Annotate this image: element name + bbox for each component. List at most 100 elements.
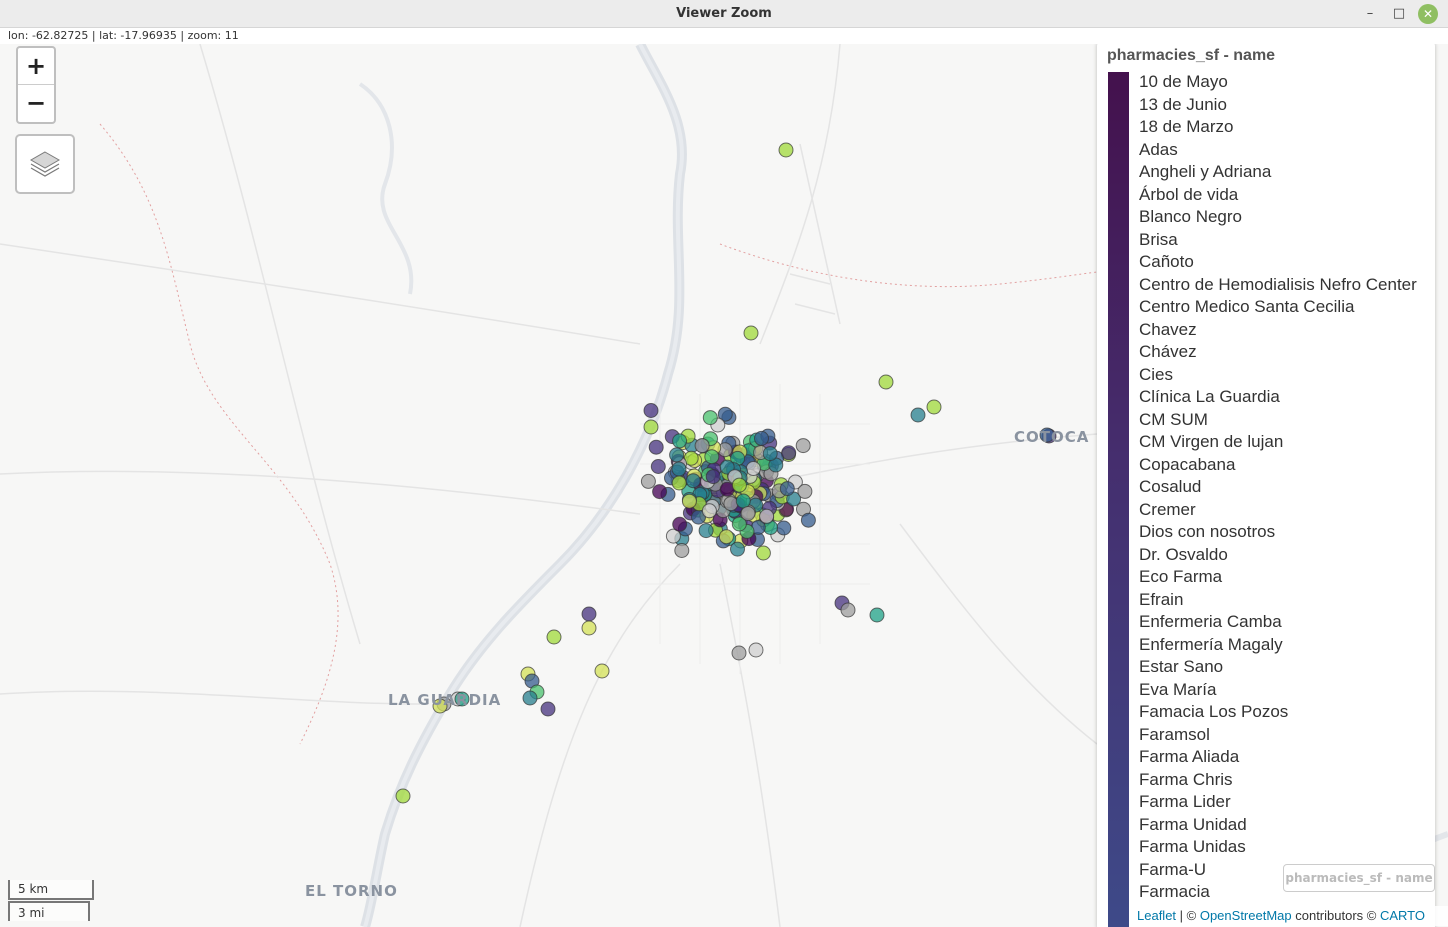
map-view[interactable]: COTOCA LA GUARDIA EL TORNO + − 5 km 3 mi… xyxy=(0,44,1448,927)
pharmacy-marker[interactable] xyxy=(698,523,714,539)
pharmacy-marker[interactable] xyxy=(840,602,856,618)
legend-item: Centro de Hemodialisis Nefro Center xyxy=(1139,274,1417,294)
layers-control[interactable] xyxy=(15,134,75,194)
pharmacy-marker[interactable] xyxy=(740,506,756,521)
attribution-sep: | © xyxy=(1176,908,1200,923)
zoom-out-button[interactable]: − xyxy=(18,85,54,122)
osm-link[interactable]: OpenStreetMap xyxy=(1200,908,1292,923)
pharmacy-marker[interactable] xyxy=(735,493,751,509)
pharmacy-marker[interactable] xyxy=(723,496,739,512)
pharmacy-marker[interactable] xyxy=(674,543,690,558)
legend-item: Centro Medico Santa Cecilia xyxy=(1139,297,1355,316)
legend-item: Cremer xyxy=(1139,499,1196,519)
legend-panel: pharmacies_sf - name 10 de Mayo 13 de Jun… xyxy=(1097,44,1435,927)
pharmacy-marker[interactable] xyxy=(781,445,797,461)
pharmacy-marker[interactable] xyxy=(878,374,894,390)
pharmacy-marker[interactable] xyxy=(800,512,816,528)
pharmacy-marker[interactable] xyxy=(694,438,710,454)
pharmacy-marker[interactable] xyxy=(730,541,745,557)
pharmacy-marker[interactable] xyxy=(652,484,668,500)
pharmacy-marker[interactable] xyxy=(731,477,747,493)
pharmacy-marker[interactable] xyxy=(643,419,659,435)
legend-item: 13 de Junio xyxy=(1139,94,1227,114)
pharmacy-marker[interactable] xyxy=(546,629,562,645)
legend-item: Estar Sano xyxy=(1139,657,1224,676)
pharmacy-marker[interactable] xyxy=(672,516,688,532)
pharmacy-marker[interactable] xyxy=(705,469,721,485)
pharmacy-marker[interactable] xyxy=(594,663,610,679)
pharmacy-marker[interactable] xyxy=(672,433,688,449)
pharmacy-marker[interactable] xyxy=(755,545,771,561)
legend-item: Blanco Negro xyxy=(1139,207,1243,226)
pharmacy-marker[interactable] xyxy=(731,645,747,661)
legend-title: pharmacies_sf - name xyxy=(1107,47,1276,64)
pharmacy-marker[interactable] xyxy=(779,481,795,497)
pharmacy-marker[interactable] xyxy=(540,701,556,717)
legend-item: Chávez xyxy=(1139,342,1197,361)
pharmacy-marker[interactable] xyxy=(797,483,813,499)
place-label-el-torno: EL TORNO xyxy=(305,882,398,900)
legend-item: Cies xyxy=(1139,364,1174,384)
pharmacy-marker[interactable] xyxy=(685,473,701,489)
pharmacy-marker[interactable] xyxy=(648,439,664,455)
pharmacy-marker[interactable] xyxy=(745,461,761,476)
carto-link[interactable]: CARTO xyxy=(1380,908,1425,923)
legend-list: 10 de Mayo 13 de Junio 18 de Marzo Adas Angh… xyxy=(1139,71,1417,904)
pharmacy-marker[interactable] xyxy=(702,410,718,426)
legend-item: Angheli y Adriana xyxy=(1139,162,1272,181)
pharmacy-marker[interactable] xyxy=(650,459,666,474)
maximize-button[interactable]: □ xyxy=(1389,4,1409,24)
pharmacy-marker[interactable] xyxy=(522,690,538,706)
legend-item: Árbol de vida xyxy=(1139,184,1239,204)
legend-color-bar xyxy=(1108,72,1129,927)
pharmacy-marker[interactable] xyxy=(640,473,656,489)
legend-item: Famacia Los Pozos xyxy=(1139,702,1289,721)
zoom-in-button[interactable]: + xyxy=(18,48,54,85)
legend-item: Eva María xyxy=(1139,679,1217,699)
legend-item: Brisa xyxy=(1139,229,1178,249)
pharmacy-marker[interactable] xyxy=(669,447,685,463)
pharmacy-marker[interactable] xyxy=(704,449,720,465)
pharmacy-marker[interactable] xyxy=(743,325,759,341)
legend-item: Dr. Osvaldo xyxy=(1139,544,1228,564)
pharmacy-marker[interactable] xyxy=(581,606,597,622)
pharmacy-marker[interactable] xyxy=(718,529,734,545)
pharmacy-marker[interactable] xyxy=(671,475,687,491)
legend-item: Farma Chris xyxy=(1139,769,1233,789)
legend-item: Farma Unidas xyxy=(1139,837,1246,856)
legend-item: Enfermería Magaly xyxy=(1139,634,1283,654)
minimize-button[interactable]: – xyxy=(1360,4,1380,24)
place-label-cotoca: COTOCA xyxy=(1014,428,1090,446)
pharmacy-marker[interactable] xyxy=(701,503,717,519)
zoom-control: + − xyxy=(16,46,56,124)
legend-item: CM SUM xyxy=(1139,409,1208,429)
legend-item: Farma Lider xyxy=(1139,792,1231,811)
window-title: Viewer Zoom xyxy=(676,6,772,21)
pharmacy-marker[interactable] xyxy=(778,142,794,158)
pharmacy-marker[interactable] xyxy=(869,607,885,623)
pharmacy-marker[interactable] xyxy=(926,399,942,415)
close-button[interactable]: ✕ xyxy=(1418,4,1438,24)
legend-item: Cañoto xyxy=(1139,252,1194,271)
pharmacy-marker[interactable] xyxy=(681,493,697,509)
legend-item: Eco Farma xyxy=(1139,567,1223,586)
pharmacy-marker[interactable] xyxy=(776,520,792,536)
pharmacy-marker[interactable] xyxy=(754,430,769,446)
legend-item: Chavez xyxy=(1139,319,1197,339)
pharmacy-marker[interactable] xyxy=(671,461,687,477)
pharmacy-marker[interactable] xyxy=(759,508,775,524)
legend-item: Adas xyxy=(1139,139,1178,159)
pharmacy-marker[interactable] xyxy=(795,438,811,454)
pharmacy-marker[interactable] xyxy=(581,620,597,636)
attribution-contrib: contributors © xyxy=(1291,908,1380,923)
pharmacy-marker[interactable] xyxy=(395,788,411,804)
pharmacy-marker[interactable] xyxy=(910,407,926,423)
leaflet-link[interactable]: Leaflet xyxy=(1137,908,1176,923)
pharmacy-marker[interactable] xyxy=(643,403,659,418)
legend-item: Enfermeria Camba xyxy=(1139,612,1282,631)
layer-toggle-button[interactable]: pharmacies_sf - name xyxy=(1283,864,1435,892)
pharmacy-marker[interactable] xyxy=(748,642,764,658)
layers-icon xyxy=(29,151,61,177)
pharmacy-marker[interactable] xyxy=(762,446,778,462)
legend-item: Faramsol xyxy=(1139,724,1210,744)
